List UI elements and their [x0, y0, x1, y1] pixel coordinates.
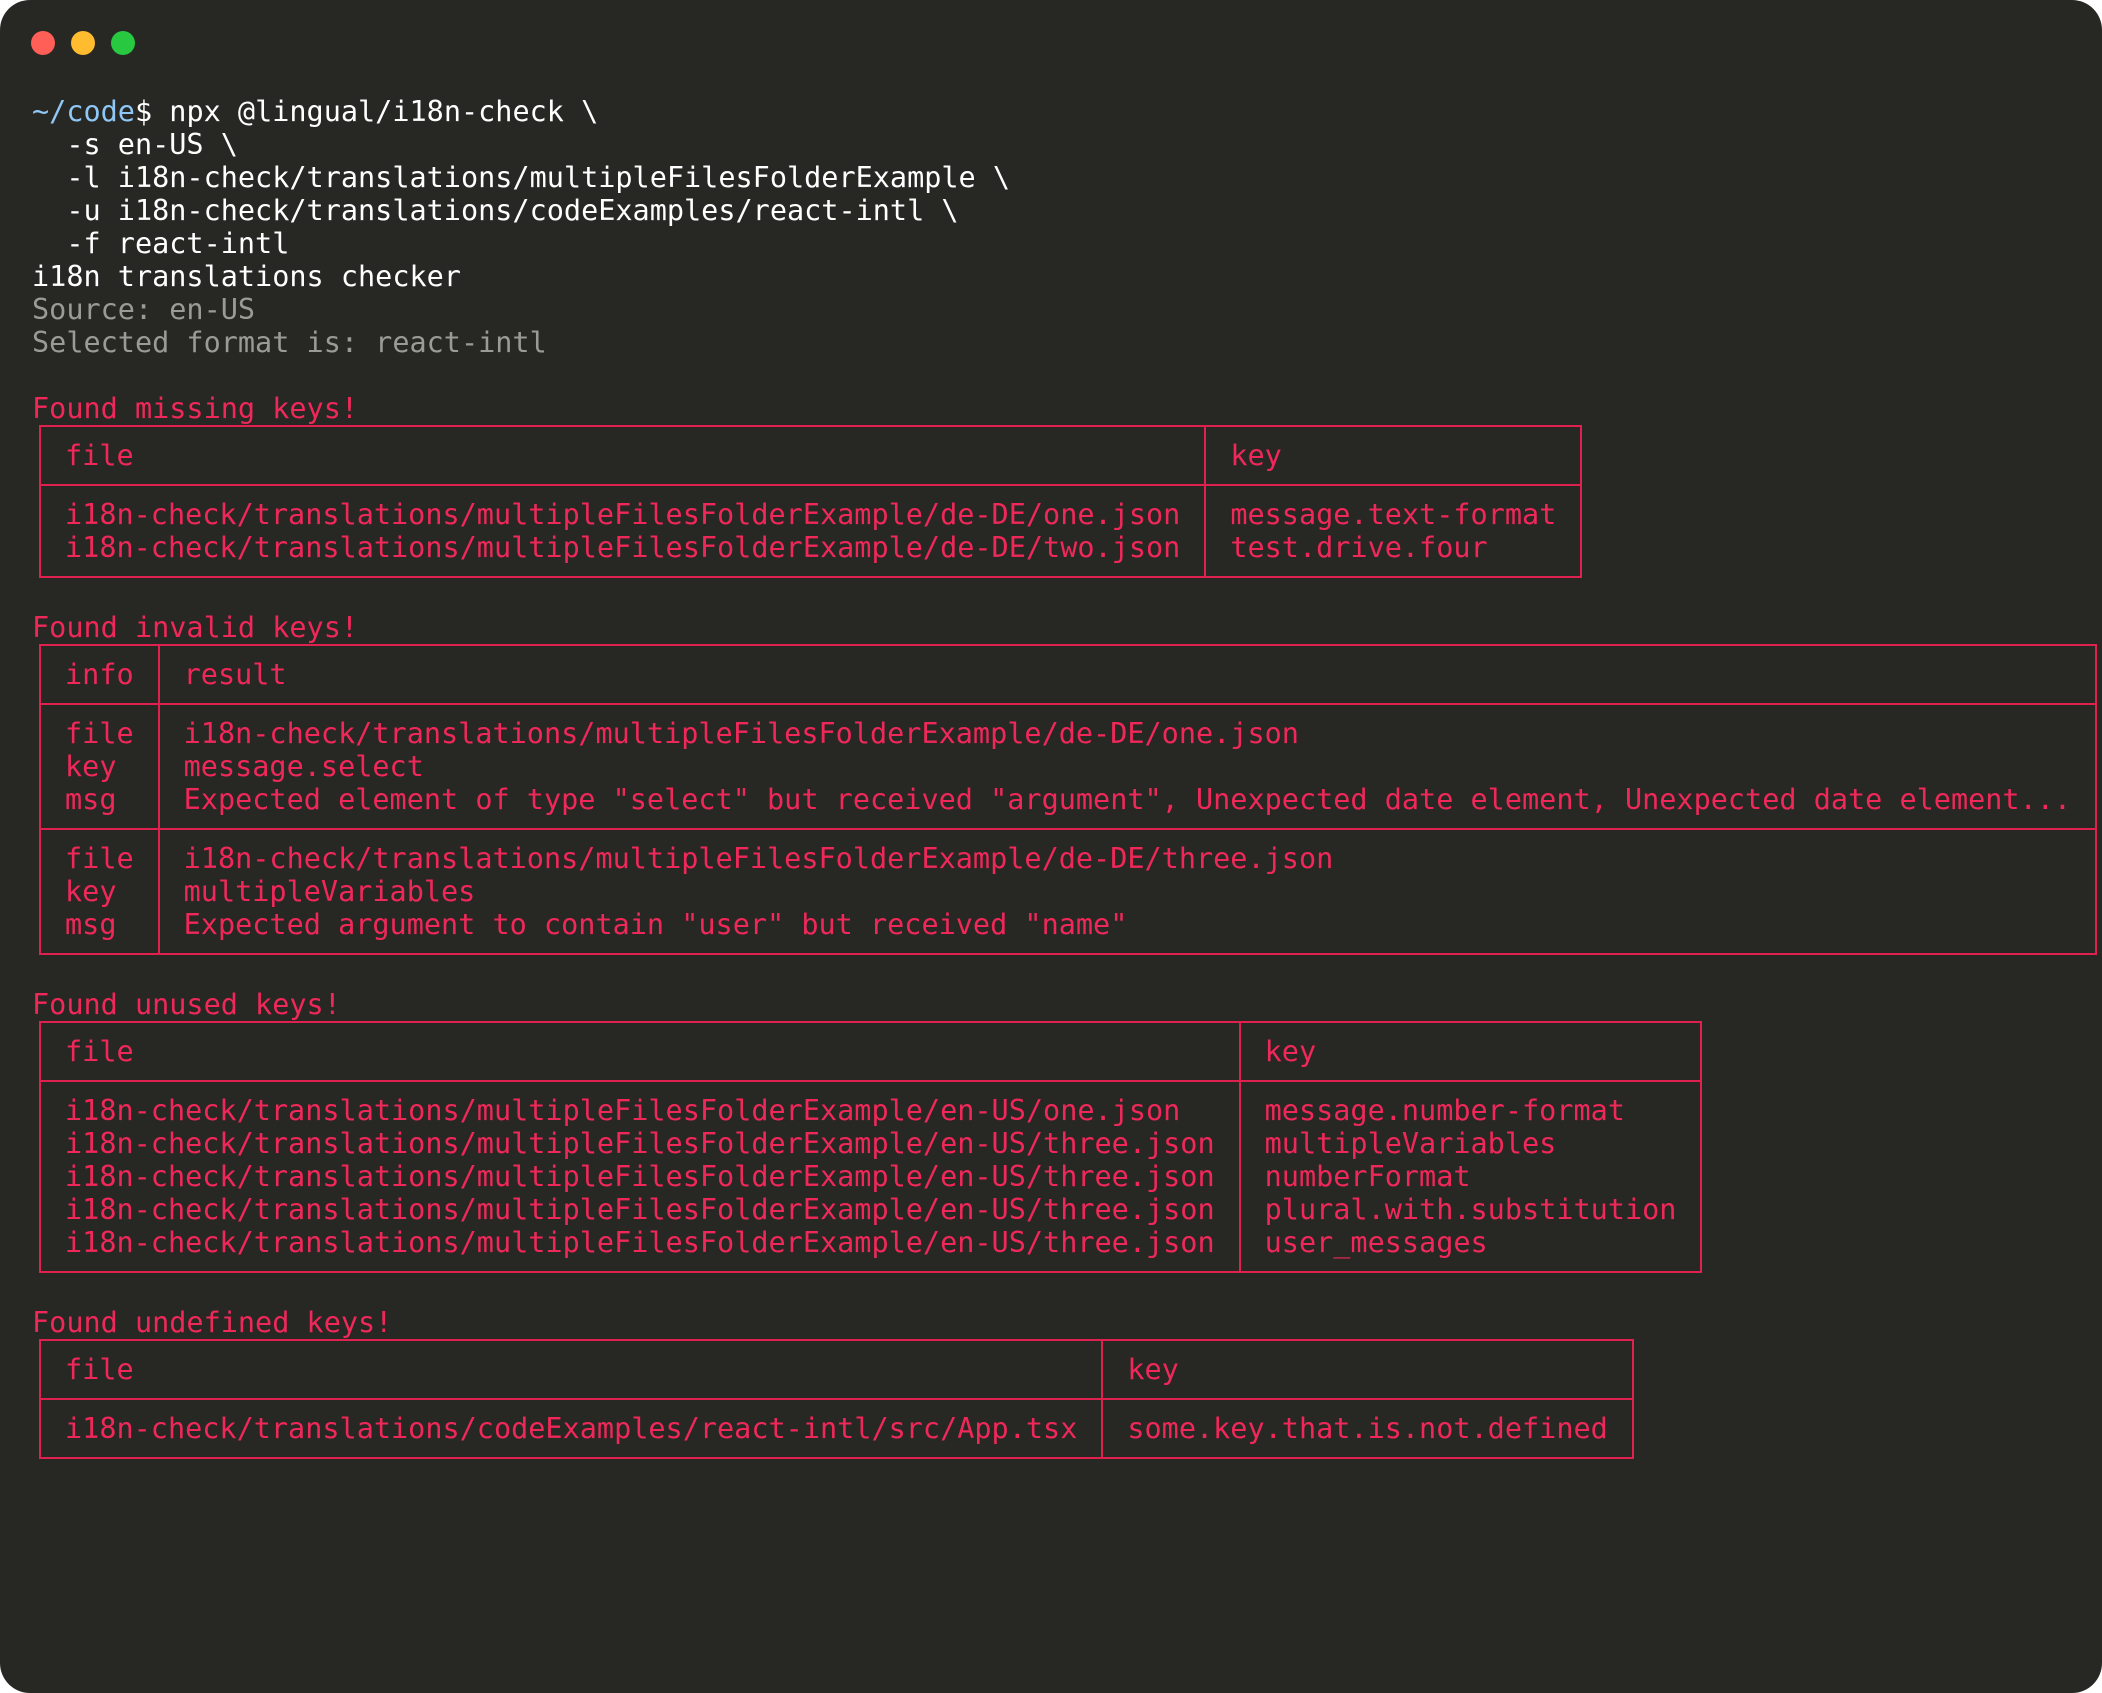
column-header-file: file [39, 1021, 1241, 1082]
column-header-key: key [1204, 425, 1583, 486]
maximize-window-button[interactable] [111, 31, 135, 55]
column-header-info: info [39, 644, 160, 705]
undefined-keys-table: file key i18n-check/translations/codeExa… [38, 1339, 1634, 1459]
translation-key: user_messages [1264, 1226, 1488, 1259]
file-path: i18n-check/translations/multipleFilesFol… [65, 1226, 1215, 1259]
column-header-key: key [1238, 1021, 1703, 1082]
info-cell: file key msg [39, 828, 160, 955]
info-label-file: file [65, 842, 134, 875]
terminal-output: ~/code$ npx @lingual/i18n-check \ -s en-… [32, 95, 2098, 1459]
column-header-file: file [38, 1339, 1104, 1400]
table-header-row: info result [39, 644, 2098, 705]
result-cell: i18n-check/translations/multipleFilesFol… [157, 828, 2098, 955]
command-line-5: -f react-intl [32, 227, 290, 260]
command-line-1: ~/code$ npx @lingual/i18n-check \ [32, 95, 2082, 128]
result-cell: i18n-check/translations/multipleFilesFol… [157, 703, 2098, 830]
prompt-path: ~/code [32, 95, 135, 128]
file-path: i18n-check/translations/multipleFilesFol… [65, 1094, 1181, 1127]
output-format: Selected format is: react-intl [32, 326, 547, 359]
terminal-window: ~/code$ npx @lingual/i18n-check \ -s en-… [0, 0, 2102, 1693]
info-label-msg: msg [65, 783, 117, 816]
result-key: multipleVariables [183, 875, 476, 908]
info-label-file: file [65, 717, 134, 750]
minimize-window-button[interactable] [71, 31, 95, 55]
key-cell: message.text-format test.drive.four [1204, 484, 1583, 578]
output-source: Source: en-US [32, 293, 256, 326]
file-path: i18n-check/translations/multipleFilesFol… [65, 1193, 1215, 1226]
file-path: i18n-check/translations/multipleFilesFol… [65, 1127, 1215, 1160]
result-key: message.select [183, 750, 424, 783]
translation-key: some.key.that.is.not.defined [1127, 1412, 1608, 1445]
table-header-row: file key [38, 425, 1583, 486]
column-header-key: key [1101, 1339, 1634, 1400]
table-header-row: file key [38, 1339, 1634, 1400]
close-window-button[interactable] [31, 31, 55, 55]
key-cell: message.number-format multipleVariables nu… [1238, 1080, 1703, 1273]
result-file: i18n-check/translations/multipleFilesFol… [183, 717, 1299, 750]
info-label-key: key [65, 750, 117, 783]
table-row: file key msg i18n-check/translations/multi… [39, 828, 2098, 955]
file-cell: i18n-check/translations/codeExamples/rea… [38, 1398, 1104, 1459]
undefined-keys-heading: Found undefined keys! [32, 1306, 393, 1339]
command-line-4: -u i18n-check/translations/codeExamples/… [32, 194, 959, 227]
output-title: i18n translations checker [32, 260, 461, 293]
missing-keys-heading: Found missing keys! [32, 392, 359, 425]
result-message: Expected argument to contain "user" but … [183, 908, 1128, 941]
file-cell: i18n-check/translations/multipleFilesFol… [38, 484, 1207, 578]
table-row: i18n-check/translations/multipleFilesFol… [39, 1080, 1703, 1273]
file-path: i18n-check/translations/multipleFilesFol… [65, 1160, 1215, 1193]
column-header-result: result [157, 644, 2098, 705]
invalid-keys-table: info result file key msg i18n-check/transl… [39, 644, 2098, 955]
invalid-keys-heading: Found invalid keys! [32, 611, 359, 644]
translation-key: multipleVariables [1264, 1127, 1557, 1160]
unused-keys-heading: Found unused keys! [32, 988, 341, 1021]
translation-key: test.drive.four [1230, 531, 1488, 564]
column-header-file: file [38, 425, 1207, 486]
table-row: i18n-check/translations/codeExamples/rea… [38, 1398, 1634, 1459]
info-cell: file key msg [39, 703, 160, 830]
table-row: file key msg i18n-check/translations/multi… [39, 703, 2098, 830]
unused-keys-table: file key i18n-check/translations/multipl… [39, 1021, 1703, 1273]
info-label-msg: msg [65, 908, 117, 941]
file-cell: i18n-check/translations/multipleFilesFol… [39, 1080, 1241, 1273]
file-path: i18n-check/translations/multipleFilesFol… [65, 498, 1181, 531]
translation-key: message.text-format [1230, 498, 1557, 531]
file-path: i18n-check/translations/codeExamples/rea… [65, 1412, 1078, 1445]
prompt-symbol: $ [134, 95, 153, 128]
translation-key: numberFormat [1264, 1160, 1471, 1193]
command-text: npx @lingual/i18n-check \ [152, 95, 599, 128]
command-line-3: -l i18n-check/translations/multipleFiles… [32, 161, 1011, 194]
result-file: i18n-check/translations/multipleFilesFol… [183, 842, 1334, 875]
translation-key: message.number-format [1264, 1094, 1625, 1127]
key-cell: some.key.that.is.not.defined [1101, 1398, 1634, 1459]
table-row: i18n-check/translations/multipleFilesFol… [38, 484, 1583, 578]
result-message: Expected element of type "select" but re… [183, 783, 2072, 816]
missing-keys-table: file key i18n-check/translations/multipl… [38, 425, 1583, 578]
table-header-row: file key [39, 1021, 1703, 1082]
file-path: i18n-check/translations/multipleFilesFol… [65, 531, 1181, 564]
info-label-key: key [65, 875, 117, 908]
translation-key: plural.with.substitution [1264, 1193, 1677, 1226]
command-line-2: -s en-US \ [32, 128, 238, 161]
